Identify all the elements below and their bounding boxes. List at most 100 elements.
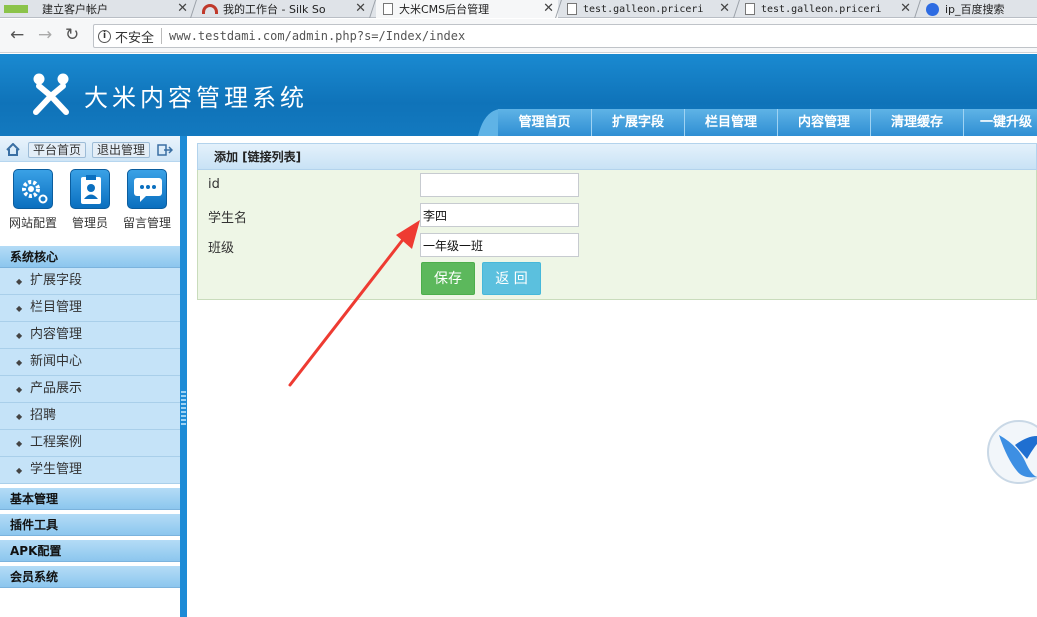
top-nav-left-curve [478, 109, 500, 136]
silk-logo-icon [202, 4, 218, 14]
admin-icon [70, 169, 110, 209]
menu-item-extend-fields[interactable]: ◆ 扩展字段 [0, 268, 180, 295]
tab-divider [369, 0, 376, 18]
field-label-class: 班级 [208, 241, 235, 256]
menu-item-news[interactable]: ◆ 新闻中心 [0, 349, 180, 376]
class-input[interactable] [420, 233, 579, 257]
sidebar-toolbar: 平台首页 退出管理 [0, 136, 180, 162]
top-nav: 管理首页 扩展字段 栏目管理 内容管理 清理缓存 一键升级 [478, 109, 1037, 136]
page-icon [383, 3, 393, 15]
bullet-icon: ◆ [16, 439, 23, 448]
bullet-icon: ◆ [16, 412, 23, 421]
menu-item-students[interactable]: ◆ 学生管理 [0, 457, 180, 484]
dami-logo-icon [33, 73, 69, 115]
tab-title: 大米CMS后台管理 [399, 3, 490, 16]
top-nav-columns[interactable]: 栏目管理 [684, 109, 777, 136]
id-input[interactable] [420, 173, 579, 197]
student-name-input[interactable] [420, 203, 579, 227]
back-button[interactable]: 返 回 [482, 262, 541, 295]
tab-title: test.galleon.priceri [761, 3, 882, 15]
bullet-icon: ◆ [16, 331, 23, 340]
top-nav-clear-cache[interactable]: 清理缓存 [870, 109, 963, 136]
section-apk[interactable]: APK配置 [0, 540, 180, 562]
url-divider [161, 28, 163, 44]
menu-item-jobs[interactable]: ◆ 招聘 [0, 403, 180, 430]
browser-tab-active[interactable]: 大米CMS后台管理 ✕ [376, 0, 558, 18]
baidu-paw-icon [926, 2, 939, 16]
menu-label: 学生管理 [30, 462, 83, 477]
close-tab-icon[interactable]: ✕ [719, 0, 730, 17]
tab-title: 我的工作台 - Silk So [223, 3, 326, 16]
menu-label: 工程案例 [30, 435, 83, 450]
menu-label: 扩展字段 [30, 273, 83, 288]
bullet-icon: ◆ [16, 277, 23, 286]
menu-label: 栏目管理 [30, 300, 83, 315]
url-field[interactable]: i 不安全 www.testdami.com/admin.php?s=/Inde… [93, 24, 1037, 48]
menu-item-columns[interactable]: ◆ 栏目管理 [0, 295, 180, 322]
browser-tab[interactable]: ip_百度搜索 [922, 0, 1037, 18]
menu-label: 新闻中心 [30, 354, 83, 369]
bullet-icon: ◆ [16, 304, 23, 313]
page-icon [567, 3, 577, 15]
sidebar-splitter[interactable] [180, 136, 187, 617]
back-arrow-icon[interactable]: ← [10, 24, 24, 46]
menu-item-content[interactable]: ◆ 内容管理 [0, 322, 180, 349]
logout-button[interactable]: 退出管理 [92, 142, 151, 158]
message-icon [127, 169, 167, 209]
tab-divider [733, 0, 740, 18]
platform-home-button[interactable]: 平台首页 [28, 142, 87, 158]
field-label-id: id [208, 177, 220, 192]
section-system-core[interactable]: 系统核心 [0, 246, 180, 268]
top-nav-content[interactable]: 内容管理 [777, 109, 870, 136]
page-icon [745, 3, 755, 15]
quick-label: 留言管理 [122, 216, 171, 230]
browser-tab[interactable]: 我的工作台 - Silk So ✕ [198, 0, 370, 18]
section-plugins[interactable]: 插件工具 [0, 514, 180, 536]
page-favicon-icon [4, 5, 28, 13]
menu-item-cases[interactable]: ◆ 工程案例 [0, 430, 180, 457]
browser-tab-bar: 建立客户帐户 ✕ 我的工作台 - Silk So ✕ 大米CMS后台管理 ✕ t… [0, 0, 1037, 18]
section-basic[interactable]: 基本管理 [0, 488, 180, 510]
browser-tab[interactable]: 建立客户帐户 ✕ [0, 0, 192, 18]
top-nav-home[interactable]: 管理首页 [498, 109, 591, 136]
close-tab-icon[interactable]: ✕ [355, 0, 366, 17]
tab-title: test.galleon.priceri [583, 3, 704, 15]
bird-widget-icon[interactable] [987, 415, 1037, 489]
url-text: www.testdami.com/admin.php?s=/Index/inde… [169, 29, 466, 43]
quick-messages[interactable]: 留言管理 [119, 169, 175, 231]
form-title: 添加 [链接列表] [197, 143, 1037, 170]
quick-admins[interactable]: 管理员 [62, 169, 118, 231]
section-members[interactable]: 会员系统 [0, 566, 180, 588]
top-nav-extend-fields[interactable]: 扩展字段 [591, 109, 684, 136]
close-tab-icon[interactable]: ✕ [900, 0, 911, 17]
tab-title: 建立客户帐户 [42, 3, 108, 16]
app-title: 大米内容管理系统 [84, 84, 308, 112]
top-nav-upgrade[interactable]: 一键升级 [963, 109, 1037, 136]
address-bar: ← → ↻ i 不安全 www.testdami.com/admin.php?s… [0, 19, 1037, 53]
logout-icon[interactable] [157, 144, 173, 156]
quick-site-config[interactable]: 网站配置 [5, 169, 61, 231]
tab-divider [914, 0, 921, 18]
menu-label: 产品展示 [30, 381, 83, 396]
bullet-icon: ◆ [16, 385, 23, 394]
splitter-grip[interactable] [181, 391, 186, 427]
menu-label: 内容管理 [30, 327, 83, 342]
menu-label: 招聘 [30, 408, 57, 423]
forward-arrow-icon[interactable]: → [38, 24, 52, 46]
info-icon: i [98, 29, 111, 43]
close-tab-icon[interactable]: ✕ [543, 0, 554, 17]
quick-actions: 网站配置 管理员 留言管理 [0, 163, 180, 247]
reload-icon[interactable]: ↻ [65, 24, 79, 46]
home-icon[interactable] [6, 143, 20, 156]
quick-label: 网站配置 [8, 216, 57, 230]
security-indicator[interactable]: i 不安全 [94, 27, 154, 46]
quick-label: 管理员 [71, 216, 108, 230]
bullet-icon: ◆ [16, 466, 23, 475]
browser-tab[interactable]: test.galleon.priceri ✕ [740, 0, 915, 18]
tab-title: ip_百度搜索 [945, 3, 1005, 16]
close-tab-icon[interactable]: ✕ [177, 0, 188, 17]
menu-item-products[interactable]: ◆ 产品展示 [0, 376, 180, 403]
bullet-icon: ◆ [16, 358, 23, 367]
browser-tab[interactable]: test.galleon.priceri ✕ [562, 0, 734, 18]
sidebar: 平台首页 退出管理 网站配置 管理员 留言管理 系统核心 ◆ 扩展字段 ◆ 栏目管 [0, 136, 180, 617]
